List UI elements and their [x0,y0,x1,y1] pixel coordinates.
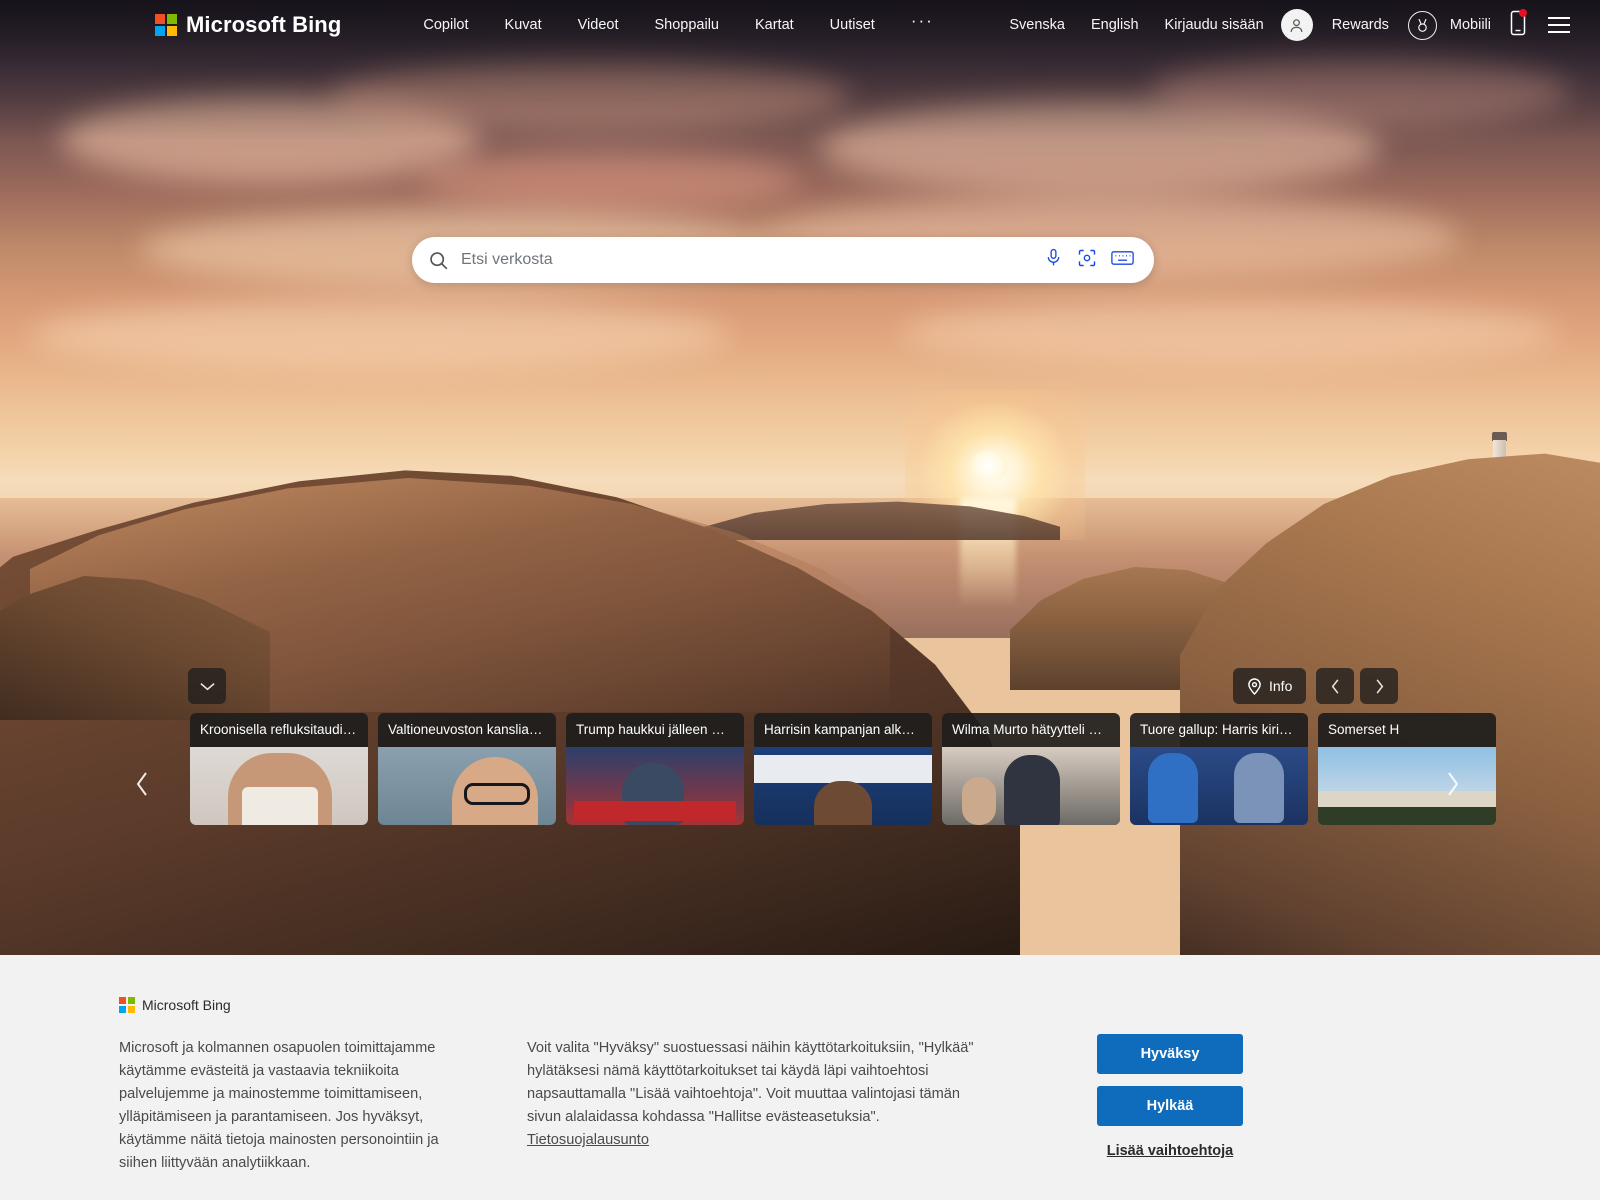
cookie-paragraph-1: Microsoft ja kolmannen osapuolen toimitt… [119,1040,439,1172]
news-card[interactable]: Harrisin kampanjan alku o… [754,713,932,826]
more-options-link[interactable]: Lisää vaihtoehtoja [1107,1143,1234,1159]
cookie-banner-logo: Microsoft Bing [119,997,231,1013]
news-card[interactable]: Tuore gallup: Harris kirinyt… [1130,713,1308,826]
search-actions [1044,247,1134,273]
mobile-link[interactable]: Mobiili [1437,11,1504,39]
visual-search-icon[interactable] [1077,248,1097,273]
bing-homepage: Microsoft Bing Copilot Kuvat Videot Shop… [0,0,1600,1200]
news-carousel: Kroonisella refluksitaudilla… Valtioneuv… [190,713,1496,826]
news-card-title: Kroonisella refluksitaudilla… [200,722,368,737]
keyboard-icon[interactable] [1111,249,1134,272]
rewards-badge-icon[interactable] [1407,10,1437,40]
news-card-title: Harrisin kampanjan alku o… [764,722,932,737]
mobile-phone-icon[interactable] [1510,8,1527,41]
news-card-thumbnail [378,747,556,826]
next-image-button[interactable] [1360,668,1398,704]
cookie-consent-banner: Microsoft Bing Microsoft ja kolmannen os… [0,955,1600,1200]
chevron-left-icon [1331,678,1338,694]
language-swedish-link[interactable]: Svenska [996,11,1078,39]
nav-item-uutiset[interactable]: Uutiset [812,11,893,39]
cloud [30,300,730,370]
news-card-title: Wilma Murto hätyytteli M… [952,722,1114,737]
sun [968,450,1008,482]
cloud [900,300,1560,365]
site-header: Microsoft Bing Copilot Kuvat Videot Shop… [0,0,1600,50]
hamburger-menu-icon[interactable] [1548,17,1570,33]
cloud [1150,55,1570,125]
person-icon [1290,18,1303,32]
cloud [420,150,800,210]
search-box[interactable] [412,237,1154,283]
info-label: Info [1269,678,1293,694]
news-card-thumbnail [942,747,1120,826]
expand-image-info-button[interactable] [188,668,226,704]
news-card-thumbnail [566,747,744,826]
magnifier-glyph [430,251,448,269]
notification-dot [1519,8,1527,17]
mic-glyph [1047,248,1060,266]
nav-item-videot[interactable]: Videot [560,11,637,39]
nav-item-copilot[interactable]: Copilot [405,11,486,39]
cookie-paragraph-2-wrapper: Voit valita "Hyväksy" suostuessasi näihi… [527,1037,979,1152]
location-pin-icon [1248,677,1261,695]
privacy-statement-link[interactable]: Tietosuojalausunto [527,1132,649,1148]
cookie-paragraph-2: Voit valita "Hyväksy" suostuessasi näihi… [527,1040,974,1126]
language-english-link[interactable]: English [1078,11,1152,39]
news-card[interactable]: Wilma Murto hätyytteli M… [942,713,1120,826]
chevron-left-icon [136,772,147,796]
news-card-title: Tuore gallup: Harris kirinyt… [1140,722,1308,737]
news-card-thumbnail [754,747,932,826]
nav-item-kartat[interactable]: Kartat [737,11,812,39]
cloud [330,60,850,130]
news-card-title: Trump haukkui jälleen Har… [576,722,744,737]
news-card-title: Somerset H [1328,722,1400,737]
cookie-actions: Hyväksy Hylkää Lisää vaihtoehtoja [1097,1034,1243,1159]
nav-item-kuvat[interactable]: Kuvat [487,11,560,39]
cookie-banner-brand-name: Microsoft Bing [142,997,231,1013]
nav-item-shoppailu[interactable]: Shoppailu [636,11,737,39]
chevron-right-icon [1376,678,1383,694]
medal-icon [1418,18,1427,32]
reject-button[interactable]: Hylkää [1097,1086,1243,1126]
bing-logo[interactable]: Microsoft Bing [155,12,341,38]
keyboard-glyph [1111,250,1134,265]
accept-button[interactable]: Hyväksy [1097,1034,1243,1074]
brand-name: Microsoft Bing [186,12,342,37]
primary-nav: Copilot Kuvat Videot Shoppailu Kartat Uu… [405,9,951,41]
avatar[interactable] [1280,9,1313,41]
more-nav-icon[interactable]: ··· [893,9,952,41]
news-card[interactable]: Trump haukkui jälleen Har… [566,713,744,826]
microsoft-logo-icon [155,14,177,36]
news-carousel-next[interactable] [1432,762,1472,806]
search-icon [428,250,449,271]
microphone-icon[interactable] [1044,247,1063,273]
news-card-title: Valtioneuvoston kanslia sa… [388,722,556,737]
image-info-button[interactable]: Info [1233,668,1307,704]
chevron-down-icon [199,682,215,690]
chevron-right-icon [1447,772,1458,796]
camera-frame-glyph [1078,249,1096,266]
news-carousel-prev[interactable] [122,762,162,806]
microsoft-logo-icon [119,997,135,1013]
header-right-group: Svenska English Kirjaudu sisään Rewards … [996,8,1570,41]
sign-in-link[interactable]: Kirjaudu sisään [1152,11,1277,39]
news-card-thumbnail [190,747,368,826]
news-card[interactable]: Kroonisella refluksitaudilla… [190,713,368,826]
news-card-thumbnail [1130,747,1308,826]
previous-image-button[interactable] [1316,668,1354,704]
rewards-link[interactable]: Rewards [1319,11,1402,39]
news-card[interactable]: Valtioneuvoston kanslia sa… [378,713,556,826]
search-input[interactable] [461,251,1044,269]
